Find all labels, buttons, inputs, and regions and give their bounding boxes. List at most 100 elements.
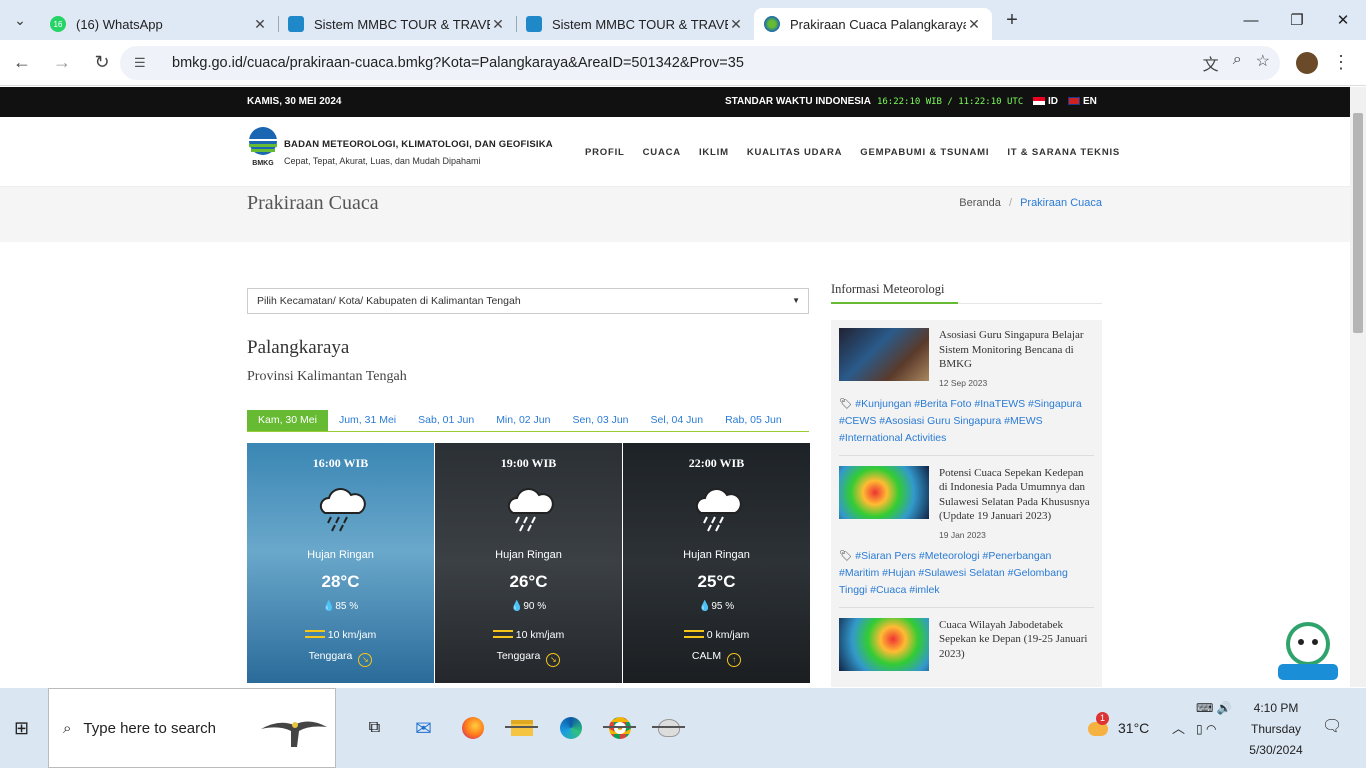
minimize-icon[interactable]: —: [1228, 0, 1274, 40]
back-icon[interactable]: ←: [4, 52, 40, 73]
standard-time-label: STANDAR WAKTU INDONESIA: [725, 96, 871, 107]
forecast-desc: Hujan Ringan: [307, 549, 374, 561]
zoom-icon[interactable]: ⌕: [1233, 51, 1242, 75]
taskbar-search[interactable]: ⌕ Type here to search: [48, 688, 336, 768]
task-view-icon[interactable]: ⧉: [350, 688, 399, 768]
news-item[interactable]: Cuaca Wilayah Jabodetabek Sepekan ke Dep…: [839, 617, 1094, 671]
news-thumbnail[interactable]: [839, 328, 929, 381]
tab-whatsapp[interactable]: 16 (16) WhatsApp ✕: [40, 8, 279, 40]
site-icon: [288, 16, 304, 32]
new-tab-button[interactable]: +: [992, 9, 1032, 32]
news-thumbnail[interactable]: [839, 465, 929, 519]
system-tray: ︿: [1172, 718, 1199, 737]
scrollbar-thumb[interactable]: [1353, 113, 1363, 333]
news-thumbnail[interactable]: [839, 617, 929, 671]
mail-icon[interactable]: ✉: [399, 688, 448, 768]
bookmark-star-icon[interactable]: ☆: [1256, 51, 1270, 75]
digital-clock: 16:22:10 WIB / 11:22:10 UTC: [876, 97, 1024, 107]
news-title[interactable]: Asosiasi Guru Singapura Belajar Sistem M…: [939, 328, 1094, 372]
forecast-wind: 0 km/jam: [623, 629, 810, 641]
news-tags[interactable]: 🏷 #Kunjungan #Berita Foto #InaTEWS #Sing…: [839, 396, 1094, 456]
forecast-time: 19:00 WIB: [500, 456, 557, 470]
uk-flag-icon: [1068, 97, 1080, 105]
sidebar: Informasi Meteorologi Asosiasi Guru Sing…: [831, 282, 1102, 687]
tab-mmbc-2[interactable]: Sistem MMBC TOUR & TRAVEL ✕: [516, 8, 754, 40]
nav-profil[interactable]: PROFIL: [585, 147, 625, 158]
forward-icon[interactable]: →: [44, 52, 80, 73]
profile-avatar[interactable]: [1296, 52, 1318, 74]
day-tab[interactable]: Sen, 03 Jun: [561, 410, 639, 431]
omnibox[interactable]: ☰ bmkg.go.id/cuaca/prakiraan-cuaca.bmkg?…: [120, 46, 1280, 80]
main-nav: PROFIL CUACA IKLIM KUALITAS UDARA GEMPAB…: [585, 147, 1120, 158]
site-info-icon[interactable]: ☰: [134, 55, 158, 71]
news-item[interactable]: Asosiasi Guru Singapura Belajar Sistem M…: [839, 328, 1094, 388]
tab-search-button[interactable]: ⌄: [0, 0, 40, 40]
chevron-down-icon: ▼: [792, 296, 800, 305]
forecast-desc: Hujan Ringan: [495, 549, 562, 561]
close-tab-icon[interactable]: ✕: [490, 16, 506, 33]
news-tags[interactable]: 🏷 #Siaran Pers #Meteorologi #Penerbangan…: [839, 548, 1094, 608]
news-item[interactable]: Potensi Cuaca Sepekan Kedepan di Indones…: [839, 465, 1094, 540]
day-tab[interactable]: Min, 02 Jun: [485, 410, 561, 431]
firefox-icon[interactable]: [448, 688, 497, 768]
lang-id[interactable]: ID: [1033, 96, 1058, 107]
close-tab-icon[interactable]: ✕: [252, 16, 268, 33]
chevron-down-icon: ⌄: [14, 11, 26, 28]
notification-icon[interactable]: 🗨: [1322, 716, 1342, 736]
reload-icon[interactable]: ↻: [84, 52, 120, 73]
day-tab[interactable]: Jum, 31 Mei: [328, 410, 407, 431]
lang-en[interactable]: EN: [1068, 96, 1097, 107]
wifi-icon[interactable]: ◠: [1206, 722, 1216, 736]
forecast-humidity: 💧85 %: [322, 601, 359, 612]
window-controls: — ❐ ✕: [1228, 0, 1366, 40]
news-title[interactable]: Potensi Cuaca Sepekan Kedepan di Indones…: [939, 466, 1094, 524]
wind-icon: [683, 630, 704, 638]
clock-date: 5/30/2024: [1249, 743, 1303, 757]
day-tab[interactable]: Sel, 04 Jun: [640, 410, 715, 431]
edge-icon[interactable]: [546, 688, 595, 768]
city-name: Palangkaraya: [247, 337, 350, 358]
sidebar-header: Informasi Meteorologi: [831, 282, 1102, 304]
nav-iklim[interactable]: IKLIM: [699, 147, 729, 158]
bmkg-logo[interactable]: BMKG: [247, 127, 279, 167]
forecast-desc: Hujan Ringan: [683, 549, 750, 561]
url-text[interactable]: bmkg.go.id/cuaca/prakiraan-cuaca.bmkg?Ko…: [172, 55, 744, 71]
day-tab[interactable]: Rab, 05 Jun: [714, 410, 793, 431]
keyboard-icon[interactable]: ⌨: [1196, 701, 1213, 715]
taskbar-clock[interactable]: 4:10 PM Thursday 5/30/2024: [1236, 698, 1316, 761]
nav-gempabumi[interactable]: GEMPABUMI & TSUNAMI: [860, 147, 989, 158]
battery-icon[interactable]: ▯: [1196, 722, 1203, 736]
live-chat-widget[interactable]: [1276, 620, 1340, 682]
breadcrumb-home[interactable]: Beranda: [959, 197, 1001, 209]
windows-start-icon[interactable]: ⊞: [14, 718, 29, 739]
day-tab[interactable]: Sab, 01 Jun: [407, 410, 485, 431]
chevron-up-icon[interactable]: ︿: [1172, 721, 1185, 736]
volume-icon[interactable]: 🔊: [1217, 701, 1232, 715]
droplet-icon: 💧: [322, 601, 336, 612]
forecast-temp: 28°C: [321, 572, 360, 591]
close-window-icon[interactable]: ✕: [1320, 0, 1366, 40]
taskbar-apps: ⧉ ✉: [350, 688, 693, 768]
paint-icon[interactable]: [644, 688, 693, 768]
nav-cuaca[interactable]: CUACA: [643, 147, 681, 158]
restore-icon[interactable]: ❐: [1274, 0, 1320, 40]
site-icon: [526, 16, 542, 32]
close-tab-icon[interactable]: ✕: [728, 16, 744, 33]
chrome-icon[interactable]: [595, 688, 644, 768]
forecast-time: 16:00 WIB: [312, 456, 369, 470]
day-tab[interactable]: Kam, 30 Mei: [247, 410, 328, 431]
file-explorer-icon[interactable]: [497, 688, 546, 768]
breadcrumb-current[interactable]: Prakiraan Cuaca: [1020, 197, 1102, 209]
translate-icon[interactable]: 文: [1203, 51, 1219, 75]
menu-icon[interactable]: ⋮: [1332, 52, 1350, 73]
news-title[interactable]: Cuaca Wilayah Jabodetabek Sepekan ke Dep…: [939, 618, 1094, 662]
location-select[interactable]: Pilih Kecamatan/ Kota/ Kabupaten di Kali…: [247, 288, 809, 314]
nav-kualitas-udara[interactable]: KUALITAS UDARA: [747, 147, 842, 158]
nav-it-sarana[interactable]: IT & SARANA TEKNIS: [1007, 147, 1120, 158]
close-tab-icon[interactable]: ✕: [966, 16, 982, 33]
weather-widget[interactable]: 1 31°C: [1088, 712, 1149, 738]
page-scrollbar[interactable]: [1350, 87, 1366, 687]
tab-mmbc-1[interactable]: Sistem MMBC TOUR & TRAVEL ✕: [278, 8, 517, 40]
tab-bmkg[interactable]: Prakiraan Cuaca Palangkaraya - ✕: [754, 8, 992, 40]
forecast-temp: 25°C: [697, 572, 736, 591]
